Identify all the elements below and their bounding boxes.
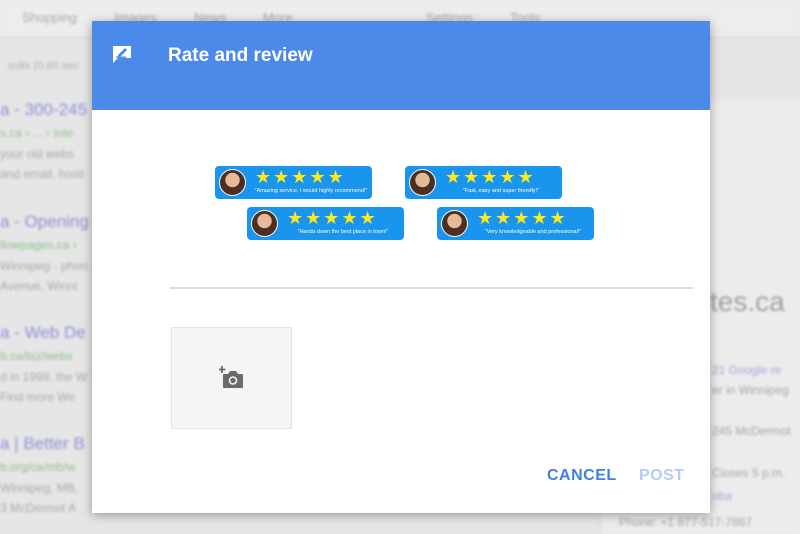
review-quote: "Fast, easy and super friendly!" bbox=[462, 188, 540, 194]
rate-and-review-dialog: Rate and review ★★★★★ "Amazing service, … bbox=[92, 21, 710, 513]
review-quote: "Hands down the best place in town!" bbox=[297, 229, 389, 235]
review-quote: "Very knowledgeable and professional!" bbox=[484, 229, 582, 235]
knowledge-panel-title: tes.ca bbox=[710, 286, 785, 317]
add-photo-icon bbox=[219, 366, 243, 388]
cancel-button[interactable]: CANCEL bbox=[547, 467, 617, 485]
result-title[interactable]: a | Better B bbox=[0, 434, 85, 454]
result-title[interactable]: a - 300-245 bbox=[0, 100, 87, 120]
star-rating: ★★★★★ bbox=[445, 167, 536, 187]
knowledge-panel-hours: Closes 5 p.m. bbox=[712, 466, 786, 480]
result-snippet: and email, hosti bbox=[0, 167, 85, 181]
dialog-header: Rate and review bbox=[92, 21, 710, 110]
reviewer-avatar bbox=[251, 210, 278, 237]
edit-review-icon bbox=[113, 46, 131, 63]
result-snippet: your old webs bbox=[0, 147, 75, 161]
knowledge-panel-reviews[interactable]: 21 Google re bbox=[712, 363, 781, 377]
result-snippet: Winnipeg, MB, bbox=[0, 481, 79, 495]
result-snippet: d in 1999, the W bbox=[0, 370, 88, 384]
dialog-title: Rate and review bbox=[168, 45, 313, 66]
result-title[interactable]: a - Web De bbox=[0, 323, 86, 343]
result-stats: sults (0.60 sec bbox=[8, 60, 79, 72]
review-text-underline[interactable] bbox=[170, 287, 693, 289]
tab-shopping[interactable]: Shopping bbox=[22, 10, 77, 25]
result-snippet: 3 McDermot A bbox=[0, 501, 77, 515]
result-url: b.org/ca/mb/w bbox=[0, 460, 76, 474]
reviewer-avatar bbox=[219, 169, 246, 196]
knowledge-panel-address: 245 McDermot bbox=[712, 424, 791, 438]
result-snippet: Avenue, Winni bbox=[0, 279, 78, 293]
review-badge: ★★★★★ "Very knowledgeable and profession… bbox=[437, 207, 594, 240]
star-rating: ★★★★★ bbox=[477, 208, 568, 228]
result-title[interactable]: a - Opening bbox=[0, 212, 89, 232]
review-badge: ★★★★★ "Fast, easy and super friendly!" bbox=[405, 166, 562, 199]
add-photo-button[interactable] bbox=[171, 327, 292, 429]
star-rating: ★★★★★ bbox=[255, 167, 346, 187]
result-url: llowpages.ca › bbox=[0, 238, 77, 252]
result-url: s.ca › ... › Inte bbox=[0, 126, 74, 140]
result-snippet: Winnipeg - phon bbox=[0, 259, 88, 273]
reviewer-avatar bbox=[409, 169, 436, 196]
review-quote: "Amazing service, I would highly recomme… bbox=[254, 188, 368, 194]
knowledge-panel-link[interactable]: oba bbox=[712, 489, 732, 503]
star-rating: ★★★★★ bbox=[287, 208, 378, 228]
review-badge: ★★★★★ "Amazing service, I would highly r… bbox=[215, 166, 372, 199]
reviewer-avatar bbox=[441, 210, 468, 237]
knowledge-panel-location: er in Winnipeg bbox=[712, 383, 789, 397]
knowledge-panel-phone: Phone: +1 877-517-7867 bbox=[619, 515, 753, 529]
google-reviews-link[interactable]: 21 Google re bbox=[712, 363, 781, 377]
result-url: b.ca/biz/webs bbox=[0, 349, 73, 363]
review-badge: ★★★★★ "Hands down the best place in town… bbox=[247, 207, 404, 240]
post-button[interactable]: POST bbox=[639, 467, 685, 485]
result-snippet: Find more We bbox=[0, 390, 76, 404]
